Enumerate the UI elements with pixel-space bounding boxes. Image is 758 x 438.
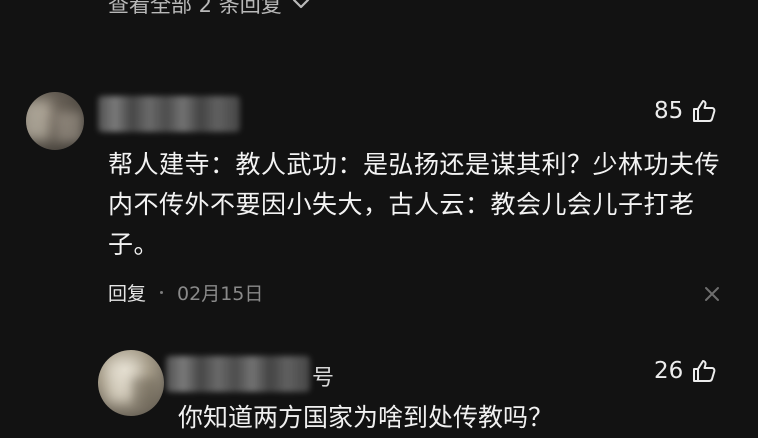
avatar[interactable] <box>98 350 164 416</box>
like-control[interactable]: 26 <box>654 358 717 384</box>
like-count: 85 <box>654 98 684 124</box>
chevron-down-icon <box>290 0 312 15</box>
view-all-replies-link[interactable]: 查看全部 2 条回复 <box>108 0 312 20</box>
close-icon[interactable] <box>702 284 722 304</box>
comment-line: 帮人建寺：教人武功：是弘扬还是谋其利？少林功夫传 <box>108 150 721 179</box>
thumbs-up-icon <box>691 358 717 384</box>
thumbs-up-icon <box>691 98 717 124</box>
like-control[interactable]: 85 <box>654 98 717 124</box>
like-count: 26 <box>654 358 684 384</box>
separator-dot <box>160 291 164 294</box>
reply-button[interactable]: 回复 <box>108 279 146 306</box>
avatar[interactable] <box>26 92 84 150</box>
comment-line: 子。 <box>108 230 160 259</box>
comment-date: 02月15日 <box>177 283 264 305</box>
comment-text: 你知道两方国家为啥到处传教吗？ <box>178 403 554 432</box>
view-all-replies-label: 查看全部 2 条回复 <box>108 0 282 17</box>
username-redacted <box>166 356 310 392</box>
username-redacted <box>98 96 240 132</box>
username-suffix: 号 <box>312 366 335 391</box>
comment-line: 内不传外不要因小失大，古人云：教会儿会儿子打老 <box>108 190 695 219</box>
comment-text: 帮人建寺：教人武功：是弘扬还是谋其利？少林功夫传 内不传外不要因小失大，古人云：… <box>108 145 720 265</box>
comment-meta: 回复 02月15日 <box>108 279 263 306</box>
